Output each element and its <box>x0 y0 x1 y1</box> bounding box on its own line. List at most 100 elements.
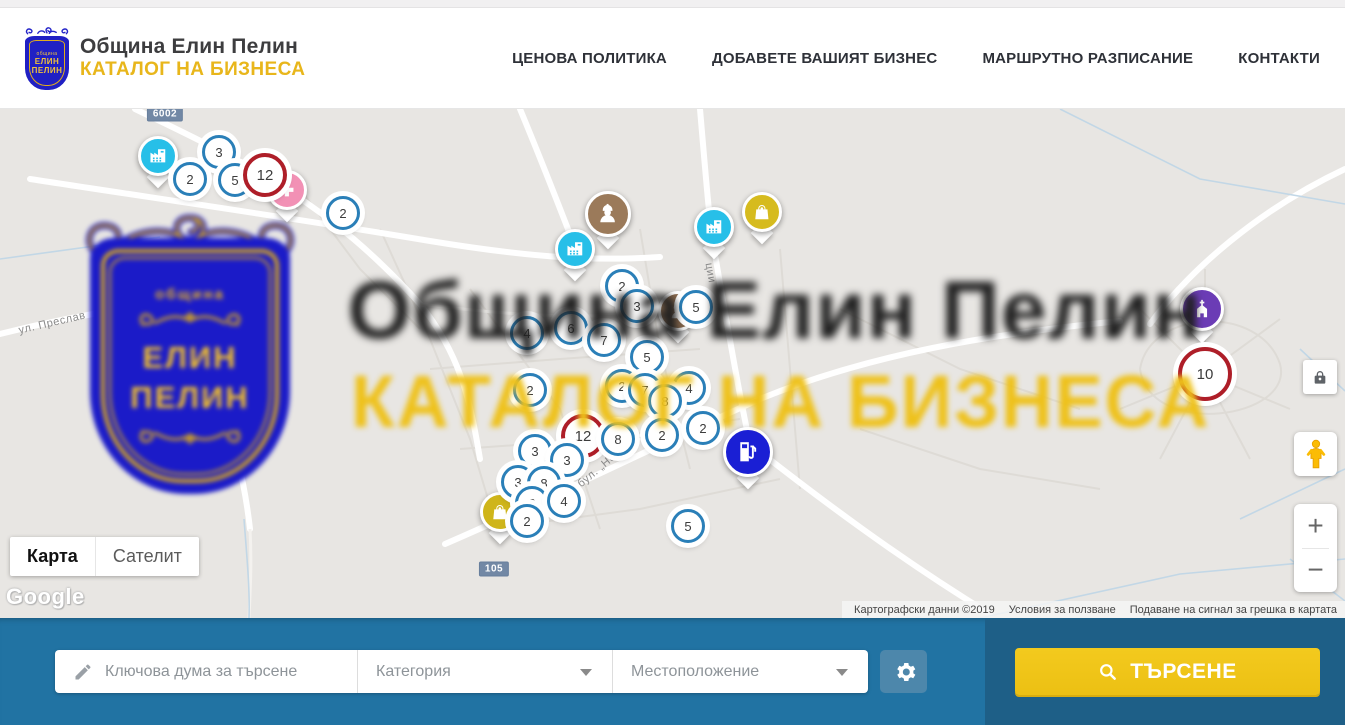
cluster-count: 6 <box>567 321 574 336</box>
cluster-count: 2 <box>523 514 530 529</box>
map-type-satellite-button[interactable]: Сателит <box>95 537 199 576</box>
cluster-count: 7 <box>641 383 648 398</box>
factory-marker[interactable] <box>694 207 734 247</box>
cluster-count: 4 <box>560 494 567 509</box>
cluster-count: 2 <box>699 421 706 436</box>
lock-scroll-button[interactable] <box>1303 360 1337 394</box>
bag-icon <box>742 192 782 232</box>
crest-top-text: община <box>36 51 57 57</box>
cluster-marker[interactable]: 10 <box>1178 347 1232 401</box>
church-marker[interactable] <box>1180 287 1224 331</box>
cluster-count: 2 <box>618 279 625 294</box>
cluster-count: 3 <box>563 453 570 468</box>
lock-icon <box>1312 369 1328 385</box>
map-type-control: Карта Сателит <box>10 537 199 576</box>
cluster-count: 8 <box>614 432 621 447</box>
cluster-count: 4 <box>685 381 692 396</box>
street-view-pegman-button[interactable] <box>1294 432 1337 476</box>
cluster-marker[interactable]: 8 <box>648 384 682 418</box>
cluster-marker[interactable]: 2 <box>686 411 720 445</box>
nav-item-add-business[interactable]: ДОБАВЕТЕ ВАШИЯТ БИЗНЕС <box>712 50 937 67</box>
cluster-count: 3 <box>531 444 538 459</box>
cluster-marker[interactable]: 5 <box>630 340 664 374</box>
chevron-down-icon <box>580 669 592 676</box>
markers-layer: 325122235647522748128223338342510 <box>0 109 1345 618</box>
site-title: Община Елин Пелин <box>80 35 305 59</box>
cluster-count: 5 <box>643 350 650 365</box>
cluster-count: 3 <box>633 299 640 314</box>
window-top-strip <box>0 0 1345 8</box>
cluster-marker[interactable]: 6 <box>554 311 588 345</box>
crest-name-line2: ПЕЛИН <box>32 66 63 75</box>
cluster-marker[interactable]: 5 <box>671 509 705 543</box>
search-form: Категория Местоположение <box>55 650 868 693</box>
map-canvas[interactable]: ул. Преславбул. „Новоселции6002105 32512… <box>0 109 1345 618</box>
pegman-icon <box>1305 439 1327 469</box>
cluster-marker[interactable]: 2 <box>513 373 547 407</box>
zoom-control: + − <box>1294 504 1337 592</box>
category-dropdown-value: Категория <box>376 663 451 681</box>
google-logo[interactable]: Google <box>6 584 85 610</box>
cluster-count: 2 <box>526 383 533 398</box>
pencil-icon <box>73 662 93 682</box>
location-dropdown[interactable]: Местоположение <box>612 650 868 693</box>
cluster-marker[interactable]: 4 <box>510 316 544 350</box>
site-subtitle: КАТАЛОГ НА БИЗНЕСА <box>80 59 305 81</box>
report-error-link[interactable]: Подаване на сигнал за грешка в картата <box>1130 604 1337 616</box>
cluster-count: 10 <box>1197 366 1214 383</box>
cluster-marker[interactable]: 12 <box>243 153 287 197</box>
category-dropdown[interactable]: Категория <box>358 650 612 693</box>
cluster-count: 12 <box>257 167 274 184</box>
cluster-count: 8 <box>661 394 668 409</box>
fuel-marker[interactable] <box>723 427 773 477</box>
cluster-count: 2 <box>186 172 193 187</box>
cluster-count: 2 <box>618 379 625 394</box>
search-icon <box>1098 662 1118 682</box>
chevron-down-icon <box>836 669 848 676</box>
terms-link[interactable]: Условия за ползване <box>1009 604 1116 616</box>
cluster-count: 2 <box>658 428 665 443</box>
keyword-field-wrap <box>55 650 358 693</box>
cluster-marker[interactable]: 4 <box>547 484 581 518</box>
advanced-settings-button[interactable] <box>880 650 927 693</box>
cluster-marker[interactable]: 3 <box>518 434 552 468</box>
site-header: община ЕЛИН ПЕЛИН Община Елин Пелин КАТА… <box>0 8 1345 109</box>
nav-item-route-schedule[interactable]: МАРШРУТНО РАЗПИСАНИЕ <box>982 50 1193 67</box>
cluster-marker[interactable]: 2 <box>326 196 360 230</box>
cluster-count: 5 <box>684 519 691 534</box>
cluster-marker[interactable]: 8 <box>601 422 635 456</box>
gear-icon <box>892 660 916 684</box>
fuel-icon <box>723 427 773 477</box>
factory-marker[interactable] <box>138 136 178 176</box>
municipality-crest-logo: община ЕЛИН ПЕЛИН <box>24 28 70 90</box>
main-nav: ЦЕНОВА ПОЛИТИКА ДОБАВЕТЕ ВАШИЯТ БИЗНЕС М… <box>512 8 1320 108</box>
crest-name-line1: ЕЛИН <box>35 57 59 66</box>
keyword-search-input[interactable] <box>105 663 335 681</box>
cluster-marker[interactable]: 3 <box>620 289 654 323</box>
zoom-out-button[interactable]: − <box>1294 549 1337 593</box>
factory-icon <box>138 136 178 176</box>
cluster-count: 3 <box>215 145 222 160</box>
cluster-marker[interactable]: 7 <box>587 323 621 357</box>
cluster-count: 12 <box>575 428 592 445</box>
nav-item-pricing[interactable]: ЦЕНОВА ПОЛИТИКА <box>512 50 667 67</box>
bag-marker[interactable] <box>742 192 782 232</box>
nav-item-contacts[interactable]: КОНТАКТИ <box>1238 50 1320 67</box>
worker-icon <box>585 191 631 237</box>
worker-marker[interactable] <box>585 191 631 237</box>
cluster-count: 3 <box>514 475 521 490</box>
cluster-count: 7 <box>600 333 607 348</box>
site-logo[interactable]: община ЕЛИН ПЕЛИН Община Елин Пелин КАТА… <box>24 26 305 90</box>
search-bar: Категория Местоположение ТЪРСЕНЕ <box>0 618 1345 725</box>
zoom-in-button[interactable]: + <box>1294 504 1337 548</box>
cluster-count: 4 <box>523 326 530 341</box>
cluster-marker[interactable]: 5 <box>679 290 713 324</box>
cluster-marker[interactable]: 2 <box>510 504 544 538</box>
search-button[interactable]: ТЪРСЕНЕ <box>1015 648 1320 695</box>
map-type-map-button[interactable]: Карта <box>10 537 95 576</box>
factory-icon <box>694 207 734 247</box>
map-copyright: Картографски данни ©2019 <box>854 604 995 616</box>
map-attribution: Картографски данни ©2019 Условия за полз… <box>842 601 1345 618</box>
cluster-marker[interactable]: 2 <box>173 162 207 196</box>
cluster-marker[interactable]: 2 <box>645 418 679 452</box>
